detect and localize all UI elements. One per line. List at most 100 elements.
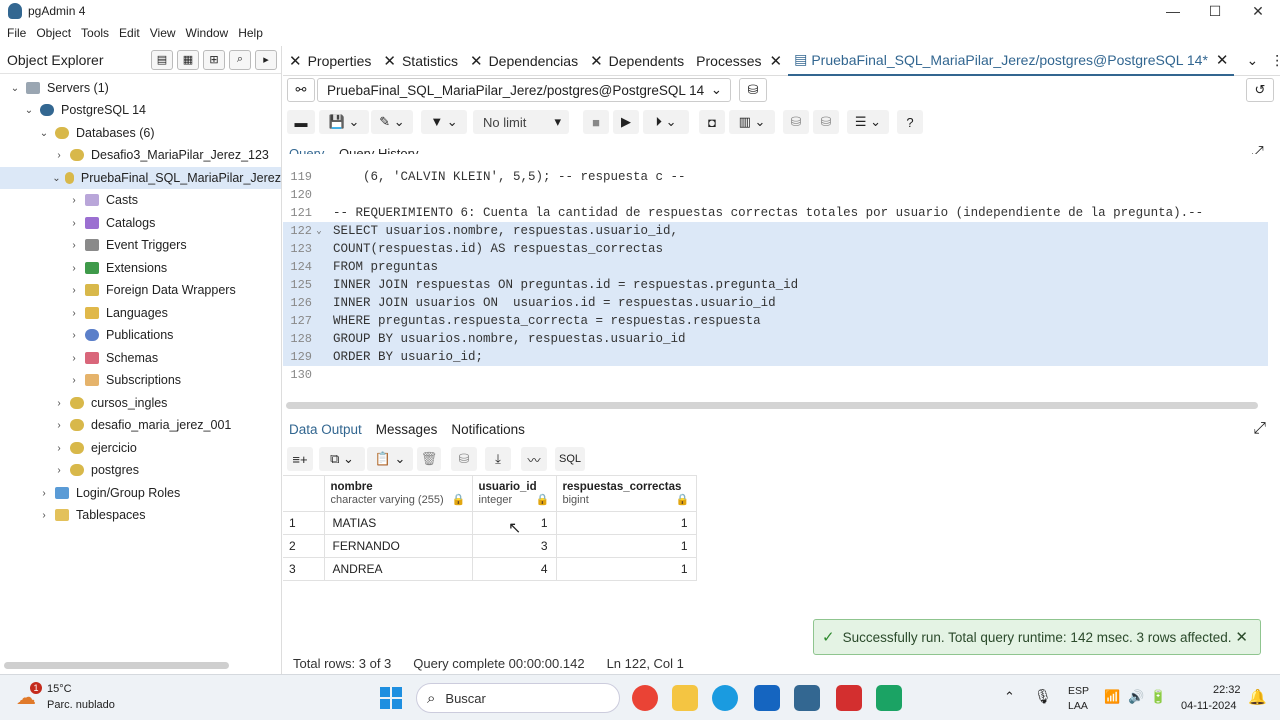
notepad-icon[interactable]	[876, 685, 902, 711]
clock-time[interactable]: 22:32	[1213, 684, 1241, 696]
execute-icon[interactable]: ▶	[613, 110, 639, 134]
tree-postgresql[interactable]: ⌄ PostgreSQL 14	[22, 99, 146, 121]
cell-usuario-id[interactable]: 4	[471, 557, 557, 581]
notifications-bell-icon[interactable]: 🔔	[1248, 688, 1267, 706]
column-header[interactable]: respuestas_correctas bigint 🔒	[555, 475, 697, 512]
tree-publications[interactable]: › Publications	[67, 324, 173, 346]
commit-icon[interactable]: ▥ ⌄	[729, 110, 775, 134]
tree-databases[interactable]: ⌄ Databases (6)	[37, 122, 155, 144]
graph-icon[interactable]: 〰	[521, 447, 547, 471]
sql-editor[interactable]: 119 (6, 'CALVIN KLEIN', 5,5); -- respues…	[283, 154, 1273, 409]
explain-analyze-icon[interactable]: ◘	[699, 110, 725, 134]
chevron-right-icon[interactable]: ›	[37, 488, 51, 499]
explain-icon[interactable]: ⏵ ⌄	[643, 110, 689, 134]
close-icon[interactable]: ✕	[590, 52, 603, 70]
chrome-icon[interactable]	[632, 685, 658, 711]
download-icon[interactable]: ⤓	[485, 447, 511, 471]
tab-dependents[interactable]: ✕ Dependents	[584, 46, 690, 76]
chevron-right-icon[interactable]: ›	[67, 308, 81, 319]
edge-icon[interactable]	[712, 685, 738, 711]
stop-icon[interactable]: ■	[583, 110, 609, 134]
outlook-icon[interactable]	[754, 685, 780, 711]
microphone-icon[interactable]: 🎙	[1034, 688, 1052, 705]
tree-login-roles[interactable]: › Login/Group Roles	[37, 482, 180, 504]
chevron-right-icon[interactable]: ›	[67, 330, 81, 341]
tree-casts[interactable]: › Casts	[67, 189, 138, 211]
language-code[interactable]: ESP	[1068, 685, 1089, 697]
save-file-icon[interactable]: 💾 ⌄	[319, 110, 369, 134]
chevron-right-icon[interactable]: ›	[67, 263, 81, 274]
minimize-button[interactable]: —	[1153, 0, 1193, 22]
tab-query-tool[interactable]: ▤ PruebaFinal_SQL_MariaPilar_Jerez/postgr…	[788, 46, 1235, 76]
open-file-icon[interactable]: ▬	[287, 110, 315, 134]
menu-file[interactable]: File	[7, 26, 26, 40]
table-icon[interactable]: ▦	[177, 49, 199, 70]
close-icon[interactable]: ✕	[770, 52, 783, 70]
chevron-right-icon[interactable]: ›	[67, 240, 81, 251]
menu-view[interactable]: View	[150, 26, 176, 40]
row-number[interactable]: 3	[283, 557, 325, 581]
terminal-icon[interactable]: ▸	[255, 49, 277, 70]
tab-processes[interactable]: Processes ✕	[690, 46, 788, 76]
tree-db-desafio-maria[interactable]: › desafio_maria_jerez_001	[52, 414, 231, 436]
clock-date[interactable]: 04-11-2024	[1181, 700, 1236, 712]
cell-respuestas-correctas[interactable]: 1	[555, 557, 697, 581]
tab-messages[interactable]: Messages	[376, 422, 438, 437]
chevron-right-icon[interactable]: ›	[67, 375, 81, 386]
volume-icon[interactable]: 🔊	[1128, 689, 1144, 705]
pgadmin-taskbar-icon[interactable]	[794, 685, 820, 711]
tree-fdw[interactable]: › Foreign Data Wrappers	[67, 279, 235, 301]
windows-start-icon[interactable]	[380, 687, 402, 709]
close-icon[interactable]: ✕	[289, 52, 302, 70]
acrobat-icon[interactable]	[836, 685, 862, 711]
tree-subscriptions[interactable]: › Subscriptions	[67, 369, 181, 391]
edit-icon[interactable]: ✎ ⌄	[371, 110, 413, 134]
cell-nombre[interactable]: FERNANDO	[323, 534, 473, 558]
menu-edit[interactable]: Edit	[119, 26, 140, 40]
column-header[interactable]: nombre character varying (255) 🔒	[323, 475, 473, 512]
chevron-right-icon[interactable]: ›	[37, 510, 51, 521]
connection-status-icon[interactable]: ⚯	[287, 78, 315, 102]
close-button[interactable]: ✕	[1238, 0, 1278, 22]
tab-notifications[interactable]: Notifications	[451, 422, 525, 437]
copy-icon[interactable]: ⧉ ⌄	[319, 447, 365, 471]
battery-icon[interactable]: 🔋	[1150, 689, 1166, 705]
expand-icon[interactable]: ⤢	[1253, 420, 1266, 438]
tree-db-ejercicio[interactable]: › ejercicio	[52, 437, 137, 459]
taskbar-search[interactable]: ⌕ Buscar	[416, 683, 620, 713]
tree-db-postgres[interactable]: › postgres	[52, 459, 139, 481]
rollback-icon[interactable]: ⛁	[813, 110, 839, 134]
menu-tools[interactable]: Tools	[81, 26, 109, 40]
chevron-right-icon[interactable]: ›	[52, 420, 66, 431]
row-number[interactable]: 2	[283, 534, 325, 558]
close-icon[interactable]: ✕	[1216, 51, 1229, 69]
keyboard-layout[interactable]: LAA	[1068, 700, 1088, 712]
chevron-up-icon[interactable]: ⌃	[1004, 689, 1015, 705]
file-explorer-icon[interactable]	[672, 685, 698, 711]
tree-languages[interactable]: › Languages	[67, 302, 168, 324]
tab-statistics[interactable]: ✕ Statistics	[377, 46, 464, 76]
chevron-down-icon[interactable]: ⌄	[22, 105, 36, 116]
table-row[interactable]: 3 ANDREA 4 1	[283, 557, 697, 581]
cell-nombre[interactable]: ANDREA	[323, 557, 473, 581]
new-connection-icon[interactable]: ⛁	[739, 78, 767, 102]
macros-icon[interactable]: ☰ ⌄	[847, 110, 889, 134]
close-icon[interactable]: ✕	[1235, 628, 1248, 646]
chevron-right-icon[interactable]: ›	[67, 285, 81, 296]
tree-tablespaces[interactable]: › Tablespaces	[37, 504, 145, 526]
tree-catalogs[interactable]: › Catalogs	[67, 212, 155, 234]
chevron-right-icon[interactable]: ›	[52, 443, 66, 454]
chevron-down-icon[interactable]: ⌄	[52, 173, 61, 184]
tree-extensions[interactable]: › Extensions	[67, 257, 167, 279]
tree-db-pruebafinal[interactable]: ⌄ PruebaFinal_SQL_MariaPilar_Jerez	[0, 167, 281, 189]
delete-icon[interactable]: 🗑	[417, 447, 441, 471]
help-icon[interactable]: ?	[897, 110, 923, 134]
table-row[interactable]: 2 FERNANDO 3 1	[283, 534, 697, 558]
filter-icon[interactable]: ▼ ⌄	[421, 110, 467, 134]
save-data-icon[interactable]: ⛁	[451, 447, 477, 471]
tree-schemas[interactable]: › Schemas	[67, 347, 158, 369]
more-icon[interactable]: ⋮	[1264, 46, 1280, 76]
menu-window[interactable]: Window	[186, 26, 229, 40]
tree-servers[interactable]: ⌄ Servers (1)	[8, 77, 109, 99]
horizontal-scrollbar[interactable]	[4, 662, 229, 669]
